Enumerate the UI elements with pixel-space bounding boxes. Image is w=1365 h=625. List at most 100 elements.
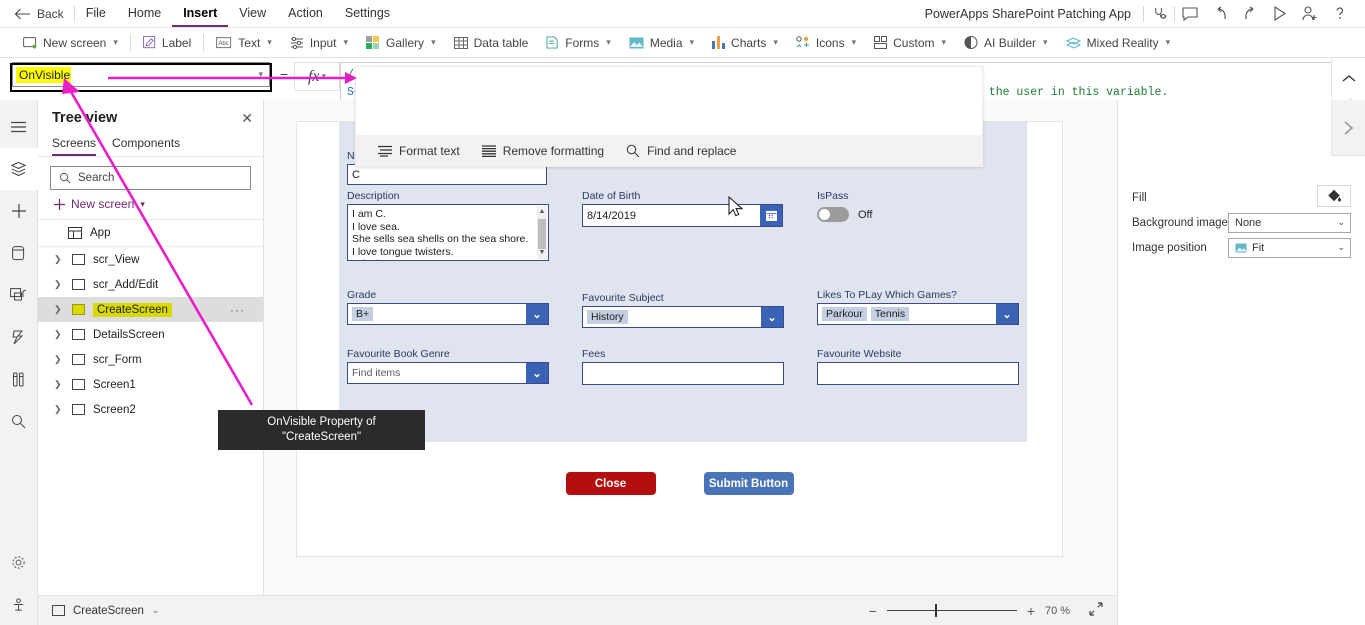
name-value: C (352, 168, 360, 181)
formula-collapse-button[interactable] (1331, 58, 1365, 98)
expand-chevron-icon[interactable]: ❯ (54, 304, 64, 315)
ribbon-new-screen[interactable]: New screen ▾ (14, 30, 127, 56)
name-input[interactable]: C (347, 164, 547, 185)
ribbon-text[interactable]: Abc Text ▾ (207, 30, 281, 56)
panel-expand-button[interactable] (1331, 100, 1365, 156)
tree-view-title: Tree view (52, 110, 118, 126)
tree-item-scr-add-edit[interactable]: ❯ scr_Add/Edit (38, 272, 263, 297)
date-of-birth-input[interactable]: 8/14/2019 (582, 204, 783, 227)
chevron-down-icon[interactable]: ⌄ (526, 304, 548, 324)
app-checker-icon[interactable] (0, 583, 38, 625)
fees-input[interactable] (582, 362, 784, 385)
power-automate-icon[interactable] (0, 316, 38, 358)
close-icon[interactable]: ✕ (241, 111, 253, 125)
play-preview-icon[interactable] (1265, 0, 1295, 27)
zoom-slider[interactable] (886, 604, 1017, 617)
scroll-up-arrow[interactable]: ▲ (539, 206, 546, 219)
label-icon (142, 36, 156, 49)
ispass-toggle[interactable] (817, 207, 849, 222)
expand-chevron-icon[interactable]: ❯ (54, 354, 64, 365)
search-input[interactable]: Search (50, 166, 251, 190)
tree-item-createscreen[interactable]: ❯ CreateScreen ··· (38, 297, 263, 322)
menu-item-insert[interactable]: Insert (172, 0, 228, 27)
ribbon-icons[interactable]: Icons ▾ (787, 30, 865, 56)
comment-icon[interactable] (1175, 0, 1205, 27)
tree-item-scr-form[interactable]: ❯ scr_Form (38, 347, 263, 372)
ribbon-input[interactable]: Input ▾ (281, 30, 357, 56)
image-position-select[interactable]: Fit ⌄ (1228, 237, 1351, 258)
menu-item-action[interactable]: Action (277, 0, 334, 27)
property-selector[interactable]: OnVisible ▾ (12, 62, 270, 87)
status-screen-selector[interactable]: CreateScreen ⌄ (52, 605, 160, 617)
undo-icon[interactable] (1205, 0, 1235, 27)
ribbon-label[interactable]: Label (134, 30, 200, 56)
data-sources-icon[interactable] (0, 232, 38, 274)
calendar-icon[interactable] (760, 205, 782, 226)
ribbon-mixed-reality[interactable]: Mixed Reality ▾ (1057, 30, 1180, 56)
tree-item-screen1[interactable]: ❯ Screen1 (38, 372, 263, 397)
field-favourite-book-genre: Favourite Book Genre Find items ⌄ (347, 348, 549, 384)
expand-chevron-icon[interactable]: ❯ (54, 379, 64, 390)
tree-view-icon[interactable] (0, 148, 38, 190)
settings-gear-icon[interactable] (0, 541, 38, 583)
textarea-scrollbar[interactable]: ▲ ▼ (537, 206, 547, 259)
share-user-icon[interactable] (1295, 0, 1325, 27)
advanced-find-icon[interactable] (0, 400, 38, 442)
tab-screens[interactable]: Screens (52, 132, 96, 156)
fx-button[interactable]: fx ▾ (294, 62, 340, 91)
tree-item-scr-view[interactable]: ❯ scr_View (38, 247, 263, 272)
fill-color-button[interactable] (1317, 185, 1351, 207)
back-button[interactable]: Back (0, 7, 74, 21)
close-button[interactable]: Close (565, 472, 656, 495)
ribbon-charts[interactable]: Charts ▾ (703, 30, 787, 56)
ribbon-forms[interactable]: Forms ▾ (537, 30, 620, 56)
tab-components[interactable]: Components (112, 132, 180, 156)
tree-item-detailsscreen[interactable]: ❯ DetailsScreen (38, 322, 263, 347)
format-text-button[interactable]: Format text (378, 144, 460, 158)
book-genre-combobox[interactable]: Find items ⌄ (347, 362, 549, 384)
find-and-replace-button[interactable]: Find and replace (626, 144, 736, 158)
menu-item-view[interactable]: View (228, 0, 277, 27)
more-options-icon[interactable]: ··· (230, 303, 245, 317)
description-textarea[interactable]: I am C. I love sea. She sells sea shells… (347, 204, 549, 261)
menu-item-settings[interactable]: Settings (334, 0, 401, 27)
expand-chevron-icon[interactable]: ❯ (54, 329, 64, 340)
ribbon-gallery[interactable]: Gallery ▾ (357, 30, 445, 56)
expand-chevron-icon[interactable]: ❯ (54, 404, 64, 415)
games-multiselect-dropdown[interactable]: Parkour Tennis ⌄ (817, 303, 1019, 325)
background-image-select[interactable]: None ⌄ (1228, 212, 1351, 233)
media-library-icon[interactable] (0, 274, 38, 316)
chevron-down-icon[interactable]: ⌄ (996, 304, 1018, 324)
chevron-down-icon[interactable]: ⌄ (152, 605, 160, 616)
scroll-thumb[interactable] (538, 219, 546, 249)
menu-item-file[interactable]: File (75, 0, 117, 27)
redo-icon[interactable] (1235, 0, 1265, 27)
health-check-icon[interactable] (1144, 0, 1174, 27)
remove-formatting-button[interactable]: Remove formatting (481, 144, 604, 158)
tree-item-app[interactable]: App (38, 220, 263, 247)
grade-dropdown[interactable]: B+ ⌄ (347, 303, 549, 325)
submit-button[interactable]: Submit Button (703, 472, 794, 495)
chevron-down-icon[interactable]: ⌄ (761, 307, 783, 327)
favourite-website-input[interactable] (817, 362, 1019, 385)
variables-icon[interactable] (0, 358, 38, 400)
new-screen-button[interactable]: New screen ▾ (38, 190, 263, 220)
expand-chevron-icon[interactable]: ❯ (54, 279, 64, 290)
expand-chevron-icon[interactable]: ❯ (54, 254, 64, 265)
expand-icon[interactable] (1089, 602, 1103, 619)
menu-item-home[interactable]: Home (117, 0, 172, 27)
ribbon-ai-builder[interactable]: AI Builder ▾ (955, 30, 1057, 56)
zoom-out-button[interactable]: − (869, 603, 877, 619)
hamburger-menu-icon[interactable] (0, 106, 38, 148)
help-icon[interactable] (1325, 0, 1355, 27)
chevron-down-icon[interactable]: ⌄ (526, 363, 548, 383)
favourite-subject-dropdown[interactable]: History ⌄ (582, 306, 784, 328)
zoom-slider-thumb[interactable] (934, 604, 937, 617)
create-screen-preview[interactable]: N C Description I am C. I love sea. She … (297, 122, 1062, 556)
insert-plus-icon[interactable] (0, 190, 38, 232)
ribbon-data-table[interactable]: Data table (445, 30, 538, 56)
zoom-in-button[interactable]: + (1027, 603, 1035, 619)
field-likes-to-play-games: Likes To PLay Which Games? Parkour Tennis… (817, 289, 1019, 325)
ribbon-media[interactable]: Media ▾ (620, 30, 703, 56)
ribbon-custom[interactable]: Custom ▾ (865, 30, 955, 56)
